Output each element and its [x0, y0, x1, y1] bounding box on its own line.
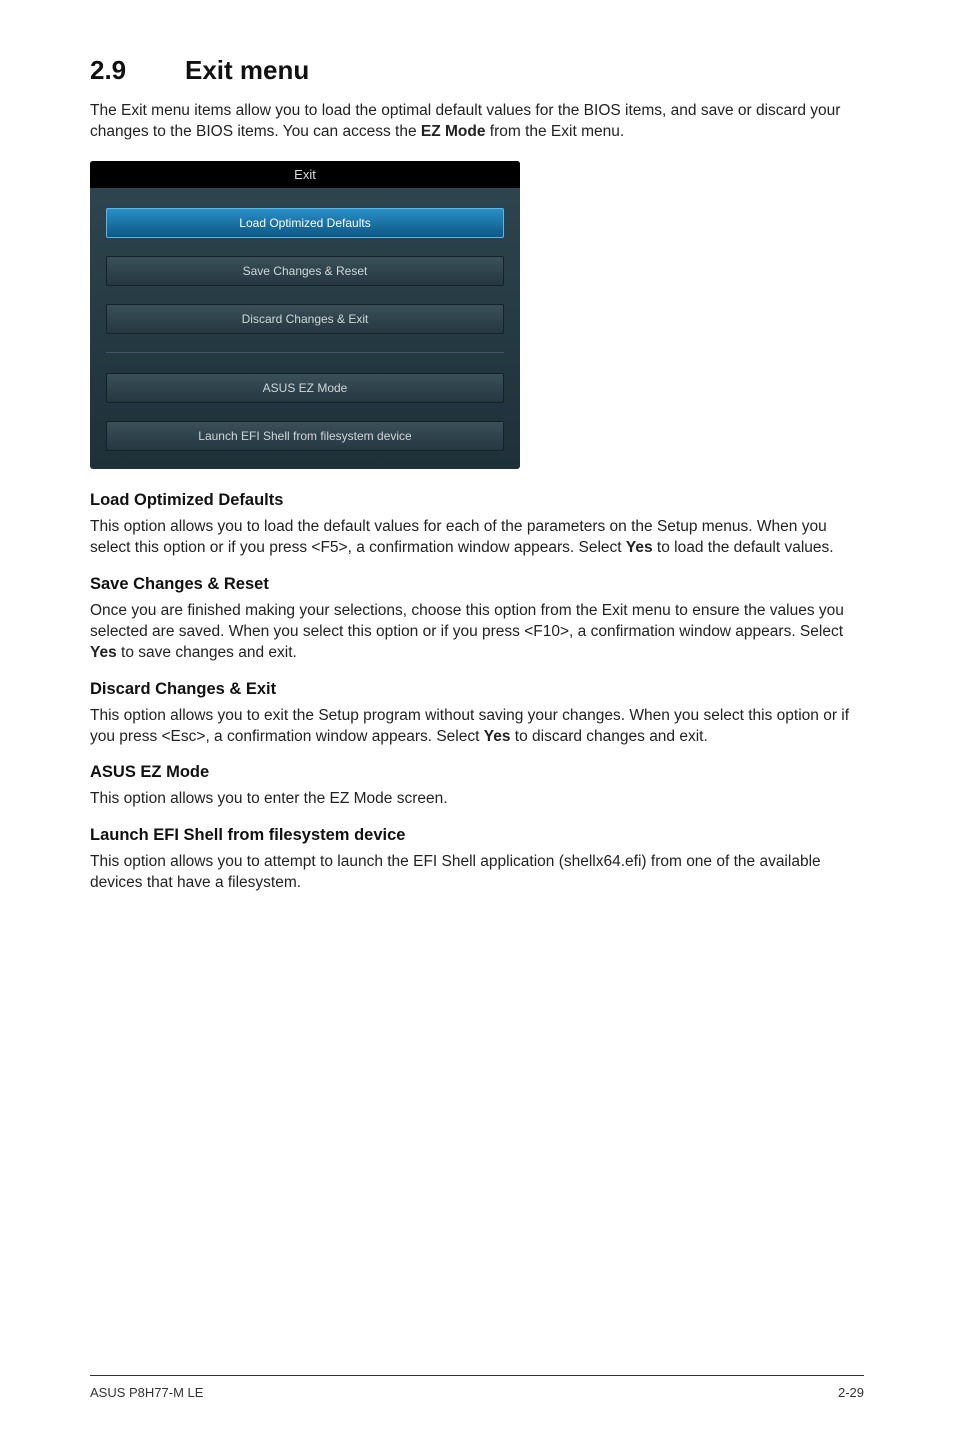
subhead-discard-changes-exit: Discard Changes & Exit [90, 680, 864, 699]
text-post: to load the default values. [653, 539, 834, 556]
subhead-save-changes-reset: Save Changes & Reset [90, 575, 864, 594]
bios-exit-panel: Exit Load Optimized Defaults Save Change… [90, 161, 520, 469]
subhead-launch-efi-shell: Launch EFI Shell from filesystem device [90, 826, 864, 845]
bios-panel-body: Load Optimized Defaults Save Changes & R… [90, 188, 520, 451]
body-load-optimized-defaults: This option allows you to load the defau… [90, 516, 864, 559]
section-heading: 2.9Exit menu [90, 55, 864, 86]
text-pre: This option allows you to enter the EZ M… [90, 790, 448, 807]
footer-left: ASUS P8H77-M LE [90, 1385, 203, 1400]
text-bold: Yes [484, 728, 511, 745]
text-post: to discard changes and exit. [510, 728, 707, 745]
intro-bold: EZ Mode [421, 123, 486, 140]
body-asus-ez-mode: This option allows you to enter the EZ M… [90, 788, 864, 809]
subhead-load-optimized-defaults: Load Optimized Defaults [90, 491, 864, 510]
text-post: to save changes and exit. [117, 644, 297, 661]
bios-panel-header: Exit [90, 161, 520, 188]
bios-item-discard-changes-exit[interactable]: Discard Changes & Exit [106, 304, 504, 334]
subhead-asus-ez-mode: ASUS EZ Mode [90, 763, 864, 782]
footer-right: 2-29 [838, 1385, 864, 1400]
text-bold: Yes [90, 644, 117, 661]
bios-item-launch-efi-shell[interactable]: Launch EFI Shell from filesystem device [106, 421, 504, 451]
bios-item-load-optimized-defaults[interactable]: Load Optimized Defaults [106, 208, 504, 238]
text-pre: Once you are finished making your select… [90, 602, 844, 640]
section-title-text: Exit menu [185, 55, 309, 85]
intro-paragraph: The Exit menu items allow you to load th… [90, 100, 864, 143]
bios-item-save-changes-reset[interactable]: Save Changes & Reset [106, 256, 504, 286]
page-footer: ASUS P8H77-M LE 2-29 [90, 1385, 864, 1400]
body-launch-efi-shell: This option allows you to attempt to lau… [90, 851, 864, 894]
bios-divider [106, 352, 504, 353]
footer-rule [90, 1375, 864, 1376]
text-pre: This option allows you to attempt to lau… [90, 853, 821, 891]
text-bold: Yes [626, 539, 653, 556]
text-pre: This option allows you to exit the Setup… [90, 707, 849, 745]
intro-text-post: from the Exit menu. [485, 123, 624, 140]
body-save-changes-reset: Once you are finished making your select… [90, 600, 864, 664]
body-discard-changes-exit: This option allows you to exit the Setup… [90, 705, 864, 748]
bios-item-asus-ez-mode[interactable]: ASUS EZ Mode [106, 373, 504, 403]
section-number: 2.9 [90, 55, 185, 86]
